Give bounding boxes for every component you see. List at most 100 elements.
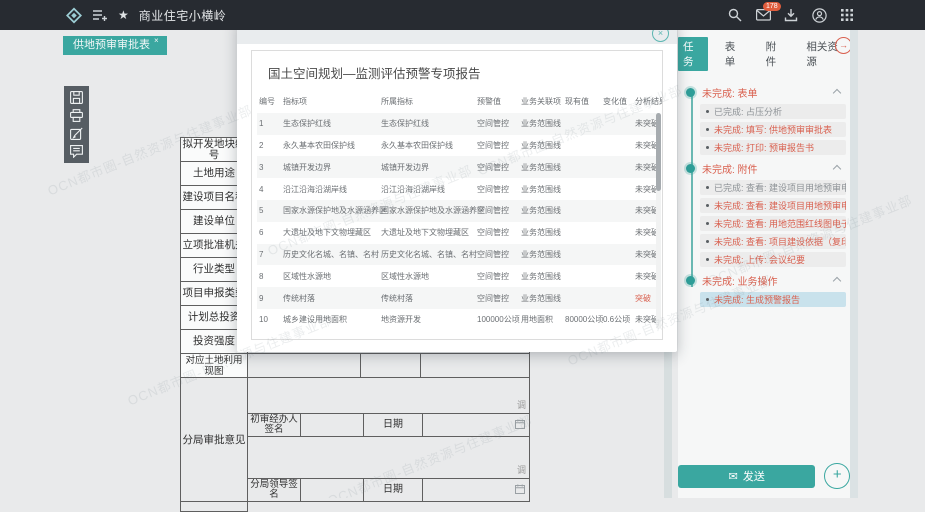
table-cell: 地资源开发 — [381, 314, 477, 325]
scrollbar-thumb[interactable] — [656, 113, 661, 191]
task-item[interactable]: 未完成: 查看: 用地范围红线图电子光盘 — [700, 216, 846, 231]
table-row[interactable]: 7历史文化名城、名镇、名村历史文化名城、名镇、名村空间管控业务范围线未突破 — [257, 244, 657, 266]
table-row[interactable]: 3城镇开发边界城镇开发边界空间管控业务范围线未突破 — [257, 156, 657, 178]
table-row[interactable]: 10城乡建设用地面积地资源开发100000公顷用地面积80000公顷0.6公顷未… — [257, 309, 657, 331]
item-bullet-icon — [706, 222, 709, 225]
table-cell: 8 — [259, 272, 283, 281]
task-item[interactable]: 未完成: 填写: 供地预审审批表 — [700, 122, 846, 137]
task-items: 未完成: 生成预警报告 — [700, 292, 846, 307]
table-cell: 6 — [259, 228, 283, 237]
search-icon[interactable] — [727, 7, 743, 23]
table-row[interactable]: 2永久基本农田保护线永久基本农田保护线空间管控业务范围线未突破 — [257, 135, 657, 157]
approval-label: 分局审批意见 — [180, 377, 248, 502]
table-row[interactable]: 1生态保护红线生态保护红线空间管控业务范围线未突破 — [257, 113, 657, 135]
report-title: 国土空间规划—监测评估预警专项报告 — [252, 51, 662, 91]
document-tab[interactable]: 供地预审审批表 × — [63, 36, 167, 55]
table-cell: 传统村落 — [381, 293, 477, 304]
table-cell: 大遗址及地下文物埋藏区 — [283, 227, 381, 238]
send-button[interactable]: ✉ 发送 — [678, 465, 815, 488]
table-cell: 业务范围线 — [521, 184, 565, 195]
print-icon[interactable] — [68, 109, 85, 122]
table-scrollbar[interactable] — [656, 113, 661, 329]
table-cell: 空间管控 — [477, 118, 521, 129]
form-row-partial — [180, 502, 248, 512]
table-cell: 历史文化名城、名镇、名村 — [283, 249, 381, 260]
table-cell: 业务范围线 — [521, 271, 565, 282]
opinion-textarea-2[interactable]: 调 — [248, 437, 529, 479]
task-section-header[interactable]: 未完成: 业务操作 — [686, 273, 844, 288]
add-button[interactable]: + — [824, 463, 850, 489]
section-title: 未完成: 表单 — [702, 85, 834, 100]
task-item[interactable]: 已完成: 查看: 建设项目用地预审申请表... — [700, 180, 846, 195]
chevron-up-icon[interactable] — [833, 276, 841, 284]
comment-icon[interactable] — [68, 145, 85, 158]
column-header: 预警值 — [477, 96, 521, 107]
list-add-icon[interactable] — [92, 7, 108, 23]
table-cell: 0.6公顷 — [603, 314, 635, 325]
table-cell: 空间管控 — [477, 184, 521, 195]
sidebar-tab-附件[interactable]: 附件 — [762, 37, 790, 71]
table-cell: 4 — [259, 185, 283, 194]
table-row[interactable]: 5国家水源保护地及水源涵养区国家水源保护地及水源涵养区空间管控业务范围线未突破 — [257, 200, 657, 222]
sidebar-scrollbar[interactable] — [850, 30, 858, 498]
column-header: 分析结果 — [635, 96, 663, 107]
table-cell: 业务范围线 — [521, 249, 565, 260]
item-bullet-icon — [706, 204, 709, 207]
calendar-icon[interactable] — [515, 419, 525, 429]
table-row[interactable]: 8区域性水源地区域性水源地空间管控业务范围线未突破 — [257, 265, 657, 287]
table-cell: 空间管控 — [477, 162, 521, 173]
save-icon[interactable] — [68, 91, 85, 104]
calendar-icon[interactable] — [515, 484, 525, 494]
table-cell: 2 — [259, 141, 283, 150]
send-icon: ✉ — [729, 470, 738, 483]
edit-icon[interactable] — [68, 127, 85, 140]
task-item[interactable]: 未完成: 打印: 预审报告书 — [700, 140, 846, 155]
item-bullet-icon — [706, 258, 709, 261]
star-icon[interactable]: ★ — [118, 9, 129, 21]
table-cell: 80000公顷 — [565, 314, 603, 325]
chevron-up-icon[interactable] — [833, 88, 841, 96]
table-cell: 用地面积 — [521, 314, 565, 325]
resize-hint: 调 — [517, 463, 526, 476]
app-grid-icon[interactable] — [839, 7, 855, 23]
task-item-label: 未完成: 上传: 会议纪要 — [714, 253, 805, 266]
task-item[interactable]: 未完成: 查看: 建设项目用地预审申请报... — [700, 198, 846, 213]
task-item[interactable]: 未完成: 上传: 会议纪要 — [700, 252, 846, 267]
table-cell: 业务范围线 — [521, 205, 565, 216]
table-header-row: 编号指标项所属指标预警值业务关联项现有值变化值分析结果 — [257, 91, 657, 113]
close-icon[interactable]: × — [154, 36, 159, 46]
section-title: 未完成: 业务操作 — [702, 273, 834, 288]
mail-icon[interactable]: 178 — [755, 7, 771, 23]
app-logo-icon[interactable] — [66, 7, 82, 23]
table-row[interactable]: 6大遗址及地下文物埋藏区大遗址及地下文物埋藏区空间管控业务范围线未突破 — [257, 222, 657, 244]
table-cell: 永久基本农田保护线 — [381, 140, 477, 151]
report-panel: 国土空间规划—监测评估预警专项报告 编号指标项所属指标预警值业务关联项现有值变化… — [251, 50, 663, 340]
account-icon[interactable] — [811, 7, 827, 23]
table-row[interactable]: 9传统村落传统村落空间管控业务范围线突破 — [257, 287, 657, 309]
sidebar-tab-表单[interactable]: 表单 — [721, 37, 749, 71]
table-cell: 永久基本农田保护线 — [283, 140, 381, 151]
task-section-header[interactable]: 未完成: 附件 — [686, 161, 844, 176]
form-row-value[interactable] — [248, 353, 530, 378]
table-cell: 城乡建设用地面积 — [283, 314, 381, 325]
sign-label: 初审经办人签名 — [248, 414, 301, 436]
signature-field[interactable] — [301, 414, 364, 436]
task-tree: 未完成: 表单已完成: 占压分析未完成: 填写: 供地预审审批表未完成: 打印:… — [678, 75, 850, 307]
item-bullet-icon — [706, 110, 709, 113]
task-item[interactable]: 已完成: 占压分析 — [700, 104, 846, 119]
task-sidebar: 任务表单附件相关资源 → 未完成: 表单已完成: 占压分析未完成: 填写: 供地… — [678, 30, 925, 498]
table-cell: 区域性水源地 — [381, 271, 477, 282]
task-item[interactable]: 未完成: 生成预警报告 — [700, 292, 846, 307]
date-field[interactable] — [423, 414, 529, 436]
table-cell: 空间管控 — [477, 249, 521, 260]
download-icon[interactable] — [783, 7, 799, 23]
task-item-label: 已完成: 占压分析 — [714, 105, 782, 118]
opinion-textarea-1[interactable]: 调 — [248, 378, 529, 414]
task-item[interactable]: 未完成: 查看: 项目建设依据（复印件） — [700, 234, 846, 249]
sign-row-1: 初审经办人签名 日期 — [248, 414, 529, 437]
item-bullet-icon — [706, 240, 709, 243]
table-row[interactable]: 4沿江沿海沿湖岸线沿江沿海沿湖岸线空间管控业务范围线未突破 — [257, 178, 657, 200]
sidebar-tab-任务[interactable]: 任务 — [678, 37, 708, 71]
chevron-up-icon[interactable] — [833, 164, 841, 172]
task-section-header[interactable]: 未完成: 表单 — [686, 85, 844, 100]
